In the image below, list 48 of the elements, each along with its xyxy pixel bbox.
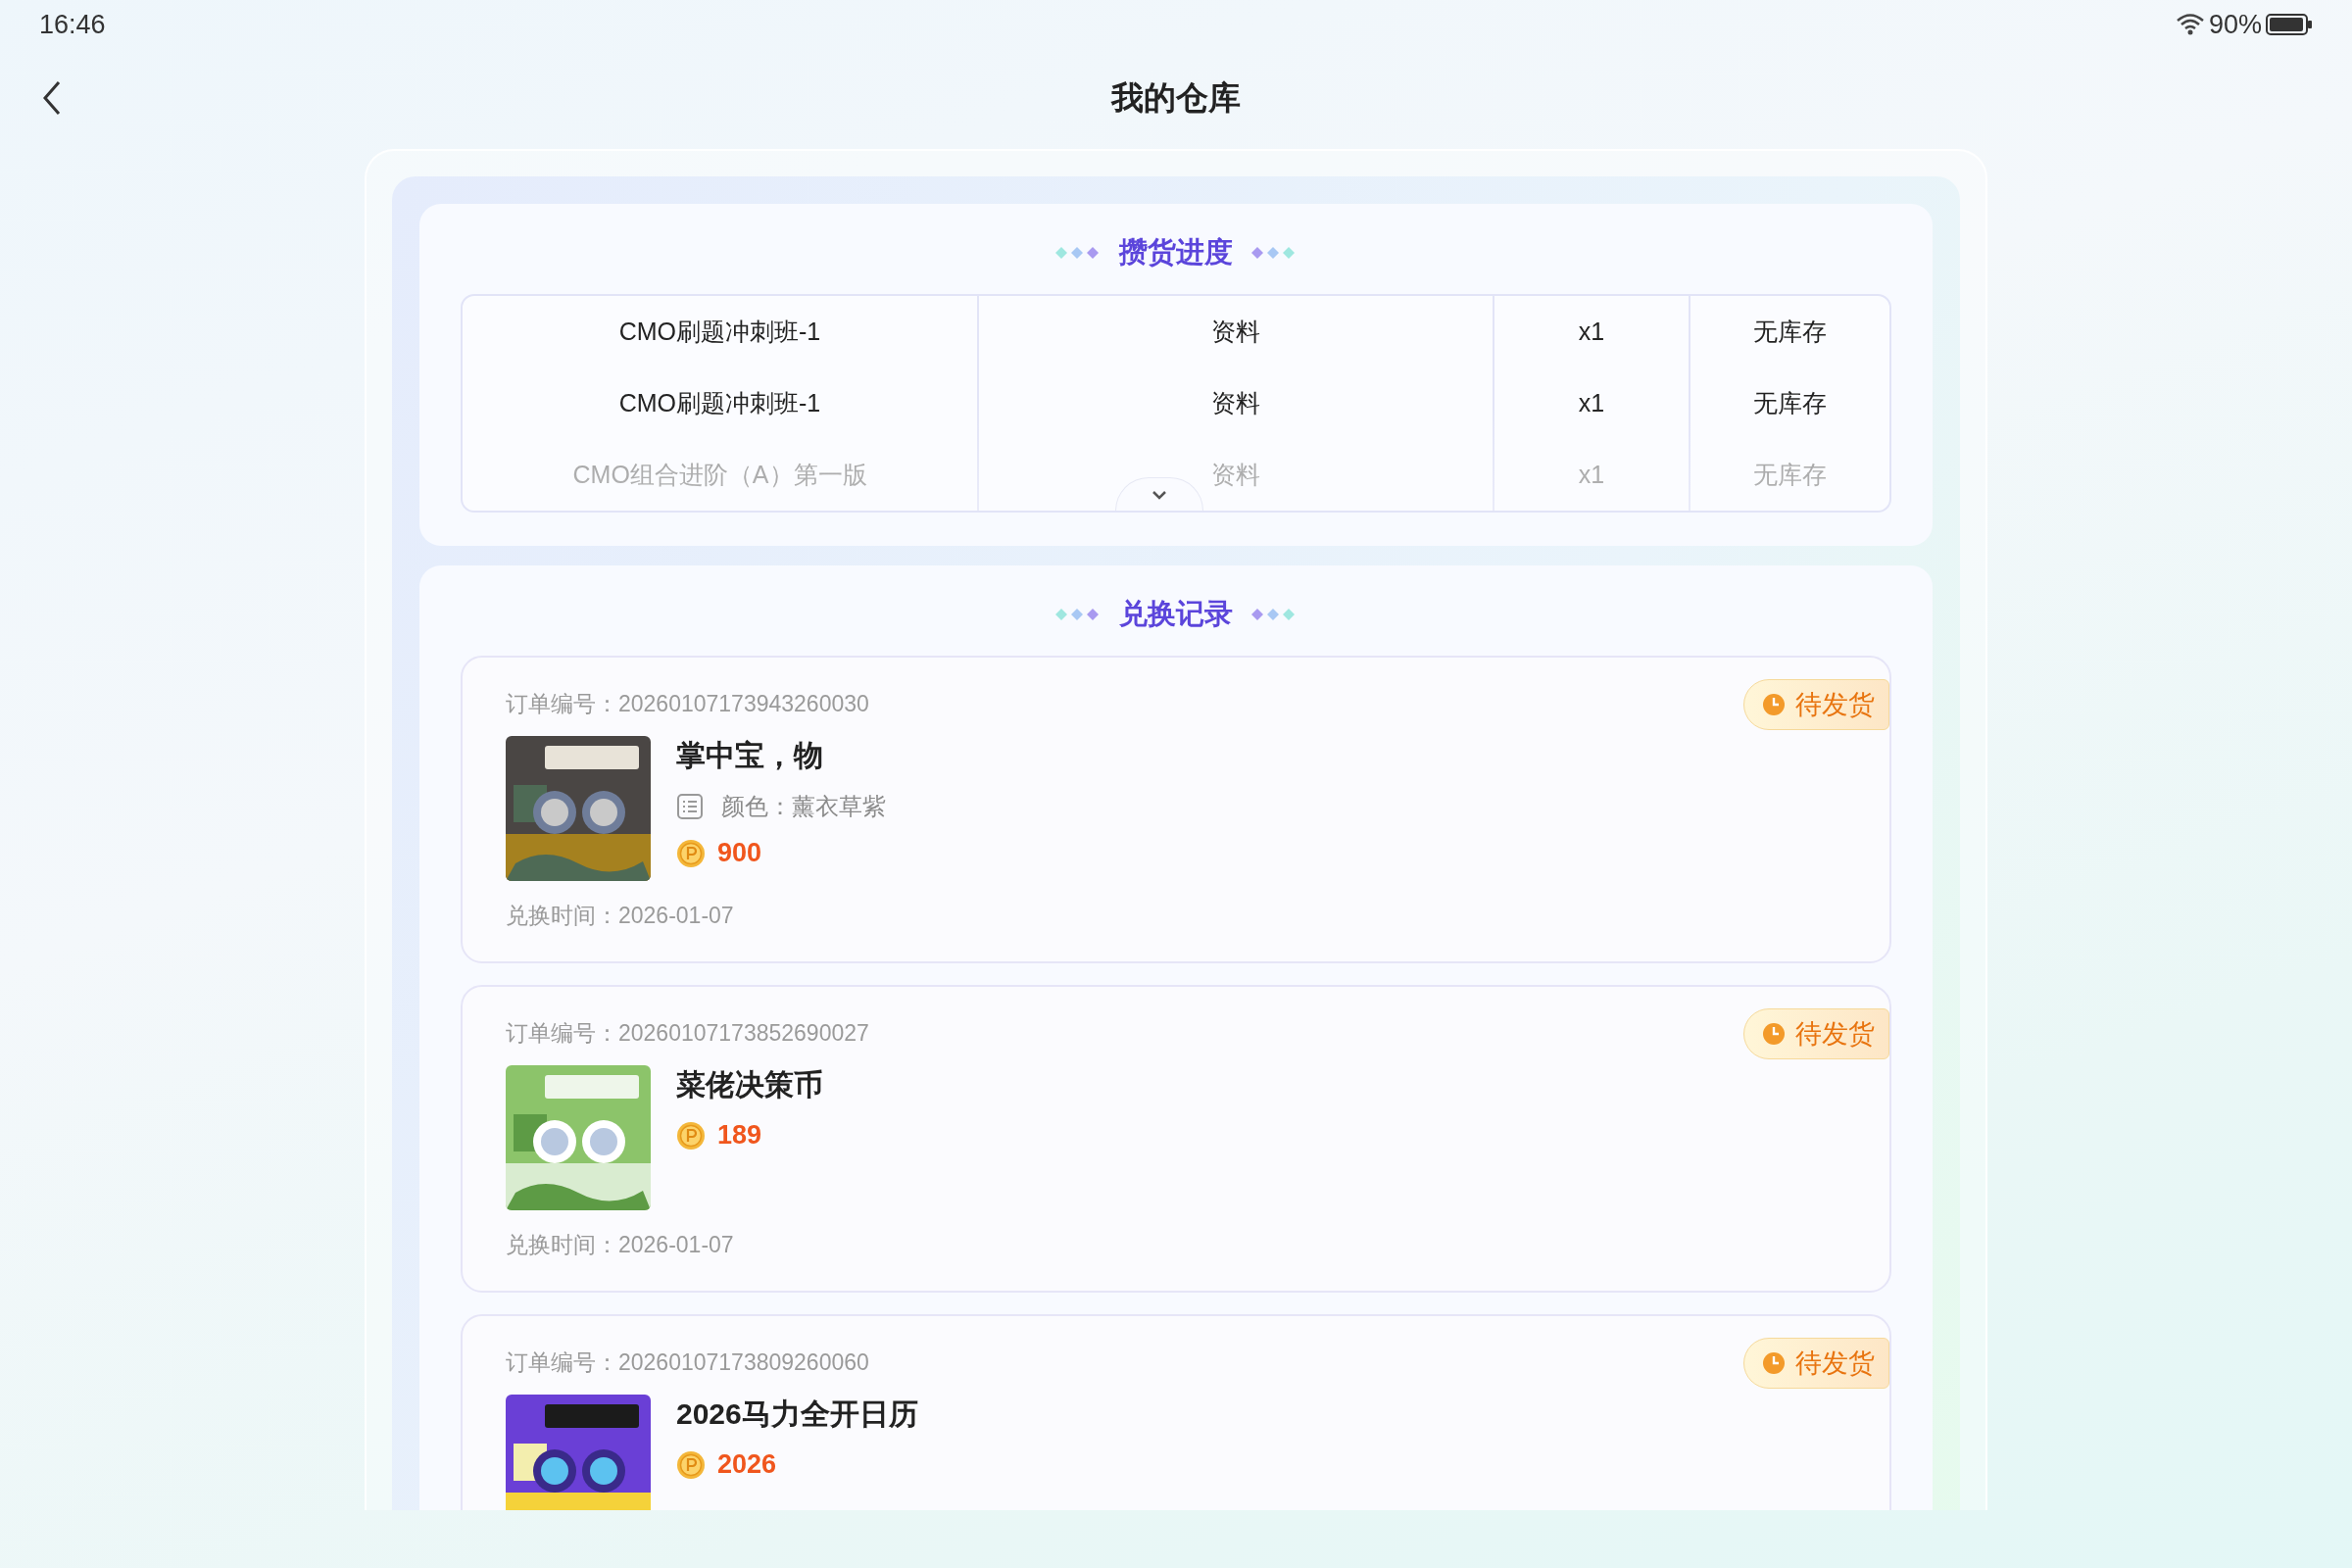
order-number: 订单编号：20260107173943260030 [506, 690, 869, 718]
price-points: 900 [717, 838, 762, 868]
table-cell: 资料 [979, 368, 1494, 439]
coin-icon [676, 1120, 706, 1151]
battery-icon [2266, 13, 2313, 36]
order-card[interactable]: 订单编号：20260107173809260060 待发货 2026马力全开日历 2026 [461, 1314, 1891, 1510]
section-title: 攒货进度 [1119, 235, 1233, 270]
product-name: 2026马力全开日历 [676, 1396, 918, 1432]
table-cell: x1 [1494, 439, 1690, 511]
status-badge: 待发货 [1743, 679, 1889, 730]
table-cell: CMO组合进阶（A）第一版 [463, 439, 979, 511]
table-cell: CMO刷题冲刺班-1 [463, 296, 979, 368]
coin-icon [676, 838, 706, 868]
table-cell-text: 无库存 [1752, 460, 1828, 490]
wifi-icon [2175, 13, 2205, 36]
order-card[interactable]: 订单编号：20260107173852690027 待发货 菜佬决策币 189 兑换时间：2026-01-07 [461, 985, 1891, 1293]
table-cell: x1 [1494, 296, 1690, 368]
coin-icon [676, 1449, 706, 1480]
product-spec: 颜色：薰衣草紫 [721, 792, 886, 821]
diamond-ornament-icon [1054, 608, 1102, 621]
exchange-time: 兑换时间：2026-01-07 [506, 1231, 734, 1259]
status-badge: 待发货 [1743, 1008, 1889, 1059]
page-title: 我的仓库 [1111, 77, 1241, 118]
exchange-time: 兑换时间：2026-01-07 [506, 902, 734, 930]
product-name: 掌中宝，物 [676, 738, 824, 773]
order-card[interactable]: 订单编号：20260107173943260030 待发货 掌中宝，物 颜色：薰衣草紫 900 兑换时间：2026-01-07 [461, 656, 1891, 963]
diamond-ornament-icon [1054, 246, 1102, 260]
clock-icon [1762, 693, 1786, 716]
battery-percent: 90% [2208, 9, 2262, 40]
clock-icon [1762, 1351, 1786, 1375]
table-cell: x1 [1494, 368, 1690, 439]
status-time: 16:46 [39, 9, 106, 40]
product-name: 菜佬决策币 [676, 1067, 823, 1102]
table-cell: CMO刷题冲刺班-1 [463, 368, 979, 439]
table-cell-text: 无库存 [1752, 388, 1828, 418]
diamond-ornament-icon [1250, 246, 1298, 260]
section-title: 兑换记录 [1119, 597, 1233, 631]
status-badge: 待发货 [1743, 1338, 1889, 1389]
table-cell: 资料 [979, 296, 1494, 368]
diamond-ornament-icon [1250, 608, 1298, 621]
list-icon [676, 793, 704, 820]
price-points: 189 [717, 1120, 762, 1151]
chevron-icon [1152, 489, 1167, 500]
order-number: 订单编号：20260107173809260060 [506, 1348, 869, 1377]
table-cell-text: 无库存 [1752, 317, 1828, 347]
price-points: 2026 [717, 1449, 777, 1480]
clock-icon [1762, 1022, 1786, 1046]
order-number: 订单编号：20260107173852690027 [506, 1019, 869, 1048]
